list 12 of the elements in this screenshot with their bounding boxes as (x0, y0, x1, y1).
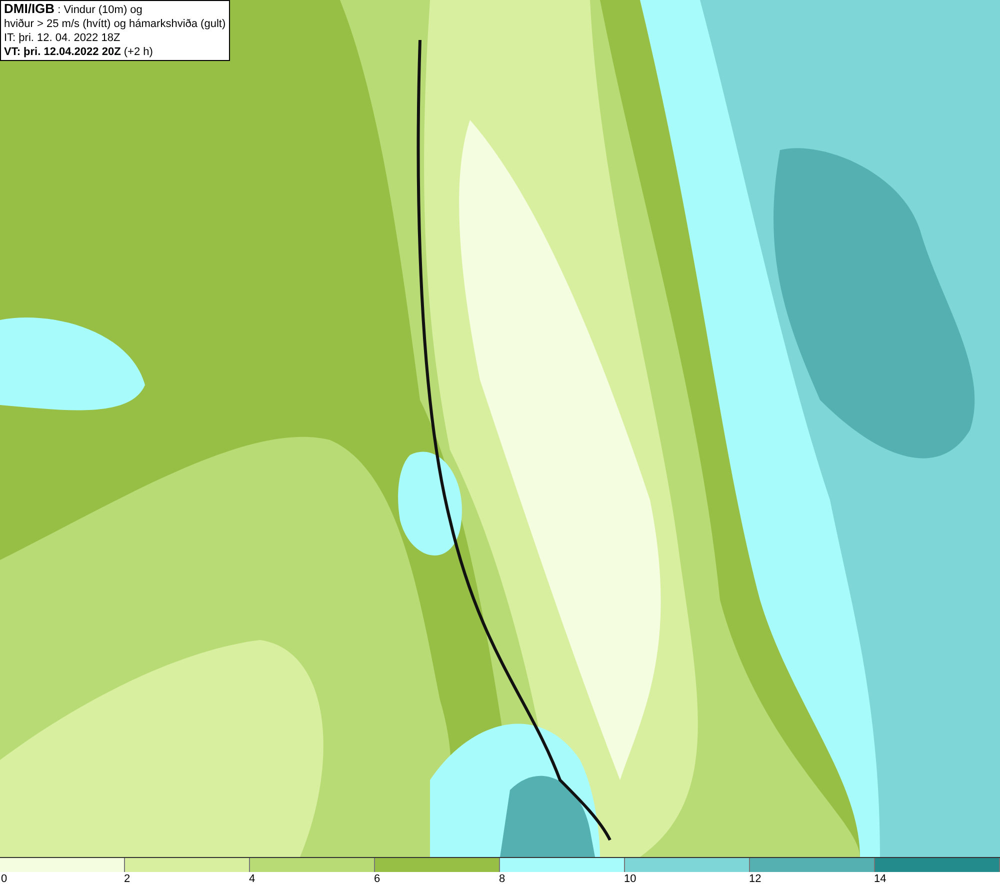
legend-label: 8 (498, 872, 506, 886)
legend-label: 6 (373, 872, 380, 886)
legend-label: 14 (873, 872, 886, 886)
legend-label: 4 (248, 872, 256, 886)
info-text: hviður > 25 m/s (hvítt) og hámarkshviða (gult) (4, 17, 226, 31)
legend-label: 10 (623, 872, 636, 886)
legend-label: 0 (0, 872, 8, 886)
info-text: VT: þri. 12.04.2022 20Z (+2 h) (4, 45, 154, 59)
info-text: IT: þri. 12. 04. 2022 18Z (4, 31, 122, 45)
legend-label: 12 (748, 872, 762, 886)
info-text: DMI/IGB : Vindur (10m) og (4, 2, 144, 17)
legend-label: 2 (123, 872, 130, 886)
